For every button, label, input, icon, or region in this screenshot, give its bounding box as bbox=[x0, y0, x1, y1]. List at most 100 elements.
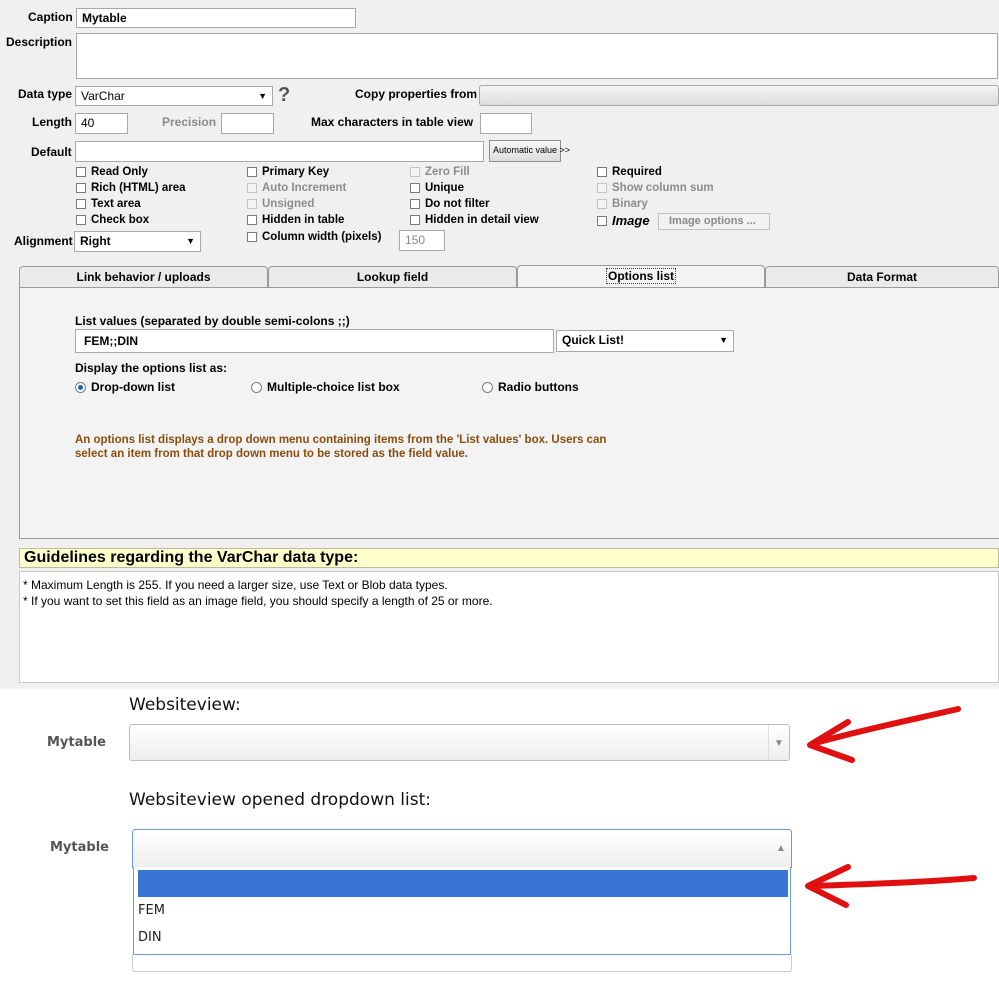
guidelines-title: Guidelines regarding the VarChar data ty… bbox=[19, 548, 999, 568]
checkbox-box[interactable] bbox=[247, 183, 257, 193]
checkbox-box[interactable] bbox=[410, 167, 420, 177]
image-options-button[interactable]: Image options ... bbox=[658, 213, 770, 230]
red-arrow-icon bbox=[805, 864, 977, 908]
checkbox-label: Check box bbox=[91, 214, 150, 226]
checkbox-box[interactable] bbox=[247, 232, 257, 242]
checkbox-label: Image bbox=[612, 213, 650, 228]
checkbox-unique[interactable]: Unique bbox=[410, 182, 464, 194]
checkbox-show-column-sum[interactable]: Show column sum bbox=[597, 182, 714, 194]
checkbox-label: Zero Fill bbox=[425, 166, 470, 178]
checkbox-label: Column width (pixels) bbox=[262, 231, 382, 243]
dropdown-option-din[interactable]: DIN bbox=[138, 930, 162, 945]
column-width-input[interactable]: 150 bbox=[399, 230, 445, 251]
radio-dropdown-list[interactable]: Drop-down list bbox=[75, 380, 175, 394]
checkbox-hidden-in-detail[interactable]: Hidden in detail view bbox=[410, 214, 539, 226]
checkbox-label: Read Only bbox=[91, 166, 148, 178]
dropdown-option-empty[interactable] bbox=[138, 870, 788, 897]
default-input[interactable] bbox=[75, 141, 484, 162]
checkbox-box[interactable] bbox=[247, 199, 257, 209]
websiteview-opened-heading: Websiteview opened dropdown list: bbox=[129, 790, 431, 810]
checkbox-box[interactable] bbox=[410, 199, 420, 209]
copy-properties-label: Copy properties from bbox=[355, 87, 478, 101]
checkbox-box[interactable] bbox=[597, 167, 607, 177]
quick-list-select[interactable]: Quick List! ▼ bbox=[556, 330, 734, 352]
alignment-select[interactable]: Right ▼ bbox=[74, 231, 201, 252]
websiteview-opened-field-label: Mytable bbox=[50, 840, 109, 855]
length-label: Length bbox=[32, 115, 72, 129]
checkbox-read-only[interactable]: Read Only bbox=[76, 166, 148, 178]
default-label: Default bbox=[31, 145, 72, 159]
checkbox-box[interactable] bbox=[597, 215, 607, 226]
checkbox-box[interactable] bbox=[410, 183, 420, 193]
display-as-label: Display the options list as: bbox=[75, 361, 228, 375]
tab-link-behavior[interactable]: Link behavior / uploads bbox=[19, 266, 268, 288]
checkbox-unsigned[interactable]: Unsigned bbox=[247, 198, 314, 210]
checkbox-text-area[interactable]: Text area bbox=[76, 198, 141, 210]
data-type-select[interactable]: VarChar ▼ bbox=[75, 86, 273, 106]
radio-multiple-choice[interactable]: Multiple-choice list box bbox=[251, 380, 400, 394]
checkbox-auto-increment[interactable]: Auto Increment bbox=[247, 182, 346, 194]
guideline-line: * If you want to set this field as an im… bbox=[23, 594, 493, 608]
checkbox-label: Auto Increment bbox=[262, 182, 347, 194]
checkbox-label: Show column sum bbox=[612, 182, 714, 194]
checkbox-box[interactable] bbox=[410, 215, 420, 225]
note-line: An options list displays a drop down men… bbox=[75, 434, 607, 446]
caret-up-icon: ▲ bbox=[776, 843, 786, 854]
checkbox-label: Required bbox=[612, 166, 662, 178]
checkbox-box[interactable] bbox=[247, 215, 257, 225]
caption-input[interactable]: Mytable bbox=[76, 8, 356, 28]
description-textarea[interactable] bbox=[76, 33, 998, 79]
tab-data-format[interactable]: Data Format bbox=[765, 266, 999, 288]
checkbox-hidden-in-table[interactable]: Hidden in table bbox=[247, 214, 344, 226]
radio-unselected[interactable] bbox=[251, 381, 262, 393]
checkbox-binary[interactable]: Binary bbox=[597, 198, 648, 210]
checkbox-box[interactable] bbox=[76, 183, 86, 193]
checkbox-column-width[interactable]: Column width (pixels) bbox=[247, 231, 381, 243]
checkbox-label: Do not filter bbox=[425, 198, 490, 210]
max-chars-label: Max characters in table view bbox=[311, 115, 474, 129]
websiteview-opened-select[interactable]: ▲ bbox=[132, 829, 792, 868]
precision-input[interactable] bbox=[221, 113, 274, 134]
length-input[interactable]: 40 bbox=[75, 113, 128, 134]
radio-radio-buttons[interactable]: Radio buttons bbox=[482, 380, 579, 394]
chevron-down-icon: ▼ bbox=[186, 236, 195, 246]
checkbox-box[interactable] bbox=[597, 199, 607, 209]
checkbox-box[interactable] bbox=[247, 167, 257, 177]
checkbox-zero-fill[interactable]: Zero Fill bbox=[410, 166, 470, 178]
red-arrow-icon bbox=[807, 706, 961, 763]
radio-unselected[interactable] bbox=[482, 381, 493, 393]
checkbox-rich-html[interactable]: Rich (HTML) area bbox=[76, 182, 186, 194]
quick-list-value: Quick List! bbox=[562, 333, 625, 347]
checkbox-box[interactable] bbox=[597, 183, 607, 193]
max-chars-input[interactable] bbox=[480, 113, 532, 134]
checkbox-do-not-filter[interactable]: Do not filter bbox=[410, 198, 490, 210]
checkbox-primary-key[interactable]: Primary Key bbox=[247, 166, 329, 178]
tab-lookup-field[interactable]: Lookup field bbox=[268, 266, 517, 288]
chevron-down-icon: ▼ bbox=[719, 335, 728, 345]
checkbox-label: Rich (HTML) area bbox=[91, 182, 186, 194]
caption-label: Caption bbox=[28, 10, 73, 24]
websiteview-heading: Websiteview: bbox=[129, 695, 241, 715]
radio-selected[interactable] bbox=[75, 381, 86, 393]
checkbox-box[interactable] bbox=[76, 199, 86, 209]
checkbox-box[interactable] bbox=[76, 167, 86, 177]
data-type-label: Data type bbox=[18, 87, 73, 101]
tab-options-list[interactable]: Options list bbox=[517, 265, 765, 289]
checkbox-required[interactable]: Required bbox=[597, 166, 662, 178]
alignment-value: Right bbox=[80, 234, 111, 248]
radio-label: Drop-down list bbox=[91, 380, 175, 394]
caret-down-icon: ▼ bbox=[768, 725, 789, 760]
checkbox-image[interactable]: Image bbox=[597, 213, 650, 228]
note-line: select an item from that drop down menu … bbox=[75, 448, 468, 460]
checkbox-box[interactable] bbox=[76, 215, 86, 225]
help-icon[interactable]: ? bbox=[278, 84, 290, 107]
dropdown-option-fem[interactable]: FEM bbox=[138, 903, 165, 918]
options-list-note: An options list displays a drop down men… bbox=[75, 433, 635, 461]
websiteview-select[interactable]: ▼ bbox=[129, 724, 790, 761]
automatic-value-button[interactable]: Automatic value >> bbox=[489, 140, 570, 162]
copy-properties-select[interactable] bbox=[479, 85, 999, 106]
radio-label: Multiple-choice list box bbox=[267, 380, 400, 394]
alignment-label: Alignment bbox=[14, 234, 73, 248]
list-values-input[interactable]: FEM;;DIN bbox=[75, 329, 554, 353]
checkbox-check-box[interactable]: Check box bbox=[76, 214, 149, 226]
